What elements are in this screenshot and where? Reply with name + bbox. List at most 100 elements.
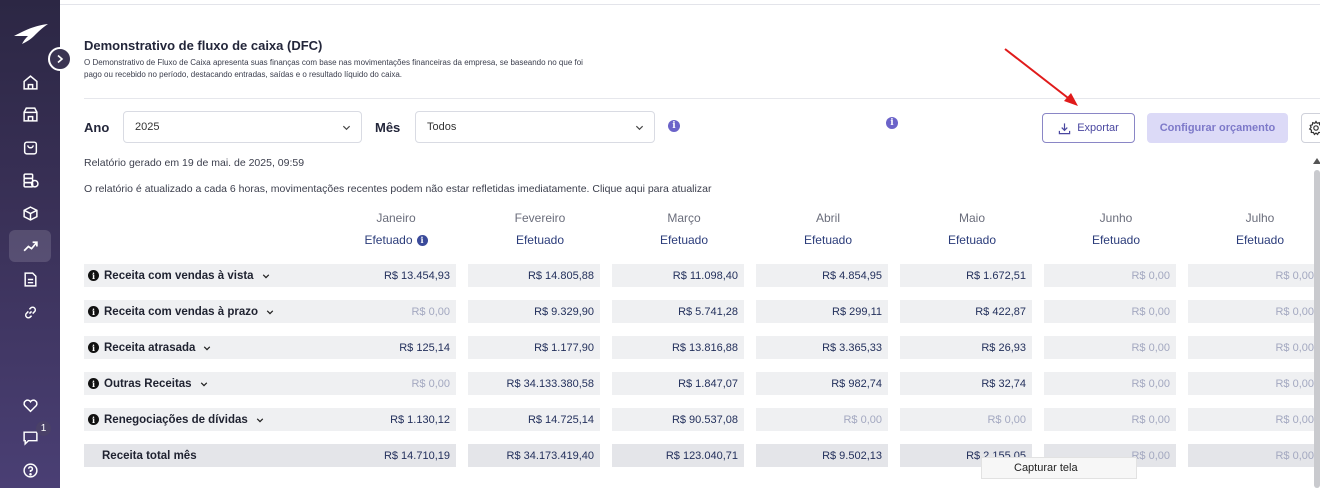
table-cell: R$ 422,87 [900,300,1032,323]
table-cell: R$ 26,93 [900,336,1032,359]
document-icon[interactable] [16,265,44,293]
scrollbar[interactable] [1314,170,1320,488]
month-header: Março [667,211,701,225]
scroll-up-arrow[interactable] [1313,158,1320,164]
month-select-value: Todos [427,121,457,133]
report-refresh-note[interactable]: O relatório é atualizado a cada 6 horas,… [84,183,711,195]
status-header: Efetuado i [330,233,462,247]
heart-icon[interactable] [16,391,44,419]
table-cell: R$ 14.805,88 [468,264,600,287]
total-cell: R$ 9.502,13 [756,444,888,467]
chevron-right-icon [57,54,64,64]
table-cell: R$ 125,14 [340,336,456,359]
collapse-sidebar-button[interactable] [48,47,72,71]
info-icon[interactable]: i [88,306,99,317]
row-label[interactable]: i Receita atrasada [84,336,340,359]
table-cell: R$ 4.854,95 [756,264,888,287]
settings-button[interactable] [1301,113,1320,143]
status-label: Efetuado [1091,233,1141,247]
home-icon[interactable] [16,68,44,96]
table-cell: R$ 0,00 [1188,264,1320,287]
store-icon[interactable] [16,100,44,128]
table-cell: R$ 1.847,07 [612,372,744,395]
table-cell: R$ 0,00 [1044,336,1176,359]
table-cell: R$ 11.098,40 [612,264,744,287]
logo-icon [14,24,48,44]
chevron-down-icon [342,125,351,131]
link-icon[interactable] [16,298,44,326]
year-label: Ano [84,120,110,135]
chevron-down-icon [200,381,207,386]
table-cell: R$ 0,00 [1044,372,1176,395]
table-cell: R$ 982,74 [756,372,888,395]
chevron-down-icon [204,345,211,350]
status-label: Efetuado [364,233,413,247]
help-icon[interactable] [16,456,44,484]
header-divider [84,98,1320,99]
status-label: Efetuado [515,233,565,247]
info-icon[interactable]: i [88,378,99,389]
coins-icon[interactable] [16,166,44,194]
table-cell: R$ 34.133.380,58 [468,372,600,395]
chevron-down-icon [262,273,269,278]
status-header: Efetuado [1050,233,1182,247]
table-cell: R$ 0,00 [756,408,888,431]
row-label-text: Receita com vendas à vista [104,269,254,282]
row-label[interactable]: i Renegociações de dívidas [84,408,340,431]
table-cell: R$ 1.177,90 [468,336,600,359]
shopping-bag-icon[interactable] [16,133,44,161]
info-icon[interactable]: i [416,234,428,246]
table-cell: R$ 0,00 [1188,336,1320,359]
table-cell: R$ 3.365,33 [756,336,888,359]
page-description: O Demonstrativo de Fluxo de Caixa aprese… [84,58,583,79]
table-cell: R$ 14.725,14 [468,408,600,431]
export-button[interactable]: Exportar [1042,113,1135,143]
table-cell: R$ 0,00 [1044,408,1176,431]
sidebar: 1 [0,0,60,488]
month-select[interactable]: Todos [415,111,655,143]
month-header: Janeiro [376,211,416,225]
month-header: Junho [1099,211,1133,225]
status-label: Efetuado [659,233,709,247]
table-cell: R$ 1.130,12 [340,408,456,431]
configure-budget-button[interactable]: Configurar orçamento [1147,113,1288,143]
table-cell: R$ 90.537,08 [612,408,744,431]
table-cell: R$ 9.329,90 [468,300,600,323]
month-header: Maio [958,211,985,225]
download-icon [1058,122,1071,134]
total-cell: R$ 0,00 [1188,444,1320,467]
export-button-label: Exportar [1077,122,1119,134]
info-icon[interactable]: i [886,117,898,129]
table-cell: R$ 0,00 [340,300,456,323]
gear-icon [1308,120,1320,136]
year-select[interactable]: 2025 [123,111,362,143]
row-label-text: Outras Receitas [104,377,192,390]
info-icon[interactable]: i [88,414,99,425]
row-label[interactable]: i Receita com vendas à vista [84,264,340,287]
row-label-text: Receita com vendas à prazo [104,305,259,318]
status-header: Efetuado [1194,233,1320,247]
page-title: Demonstrativo de fluxo de caixa (DFC) [84,38,323,53]
table-cell: R$ 299,11 [756,300,888,323]
row-label-text: Receita atrasada [104,341,196,354]
table-cell: R$ 0,00 [1188,408,1320,431]
info-icon[interactable]: i [668,120,680,132]
trending-up-icon[interactable] [9,230,51,262]
month-header: Julho [1245,211,1275,225]
total-cell: R$ 123.040,71 [612,444,744,467]
chevron-down-icon [266,309,274,314]
status-label: Efetuado [1235,233,1285,247]
row-label[interactable]: i Receita com vendas à prazo [84,300,340,323]
total-cell: R$ 34.173.419,40 [468,444,600,467]
status-label: Efetuado [803,233,853,247]
table-cell: R$ 0,00 [900,408,1032,431]
box-icon[interactable] [16,199,44,227]
info-icon[interactable]: i [88,270,99,281]
info-icon[interactable]: i [88,342,99,353]
year-select-value: 2025 [135,121,160,133]
table-cell: R$ 13.454,93 [340,264,456,287]
row-label[interactable]: i Outras Receitas [84,372,340,395]
report-generated-text: Relatório gerado em 19 de mai. de 2025, … [84,157,305,169]
status-header: Efetuado [906,233,1038,247]
total-row-label: Receita total mês [84,444,340,467]
